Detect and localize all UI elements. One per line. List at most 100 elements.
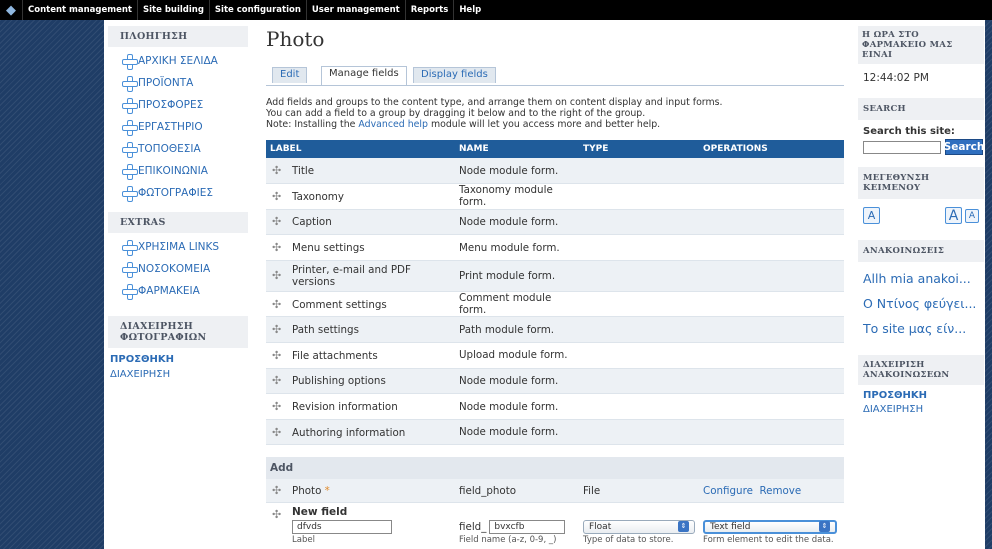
plus-icon (122, 164, 138, 180)
admin-menu-site-configuration[interactable]: Site configuration (208, 0, 306, 20)
field-name: Node module form. (455, 368, 579, 395)
add-section-heading: Add (266, 457, 844, 480)
field-label: Comment settings (292, 298, 387, 311)
help-line: Note: Installing the Advanced help modul… (266, 119, 844, 130)
nav-item-home[interactable]: ΑΡΧΙΚΗ ΣΕΛΙΔΑ (122, 50, 248, 72)
admin-menu-site-building[interactable]: Site building (137, 0, 209, 20)
column-header-label: LABEL (266, 140, 455, 158)
help-line: Add fields and groups to the content typ… (266, 97, 723, 108)
tabs: Edit Manage fields Display fields (266, 64, 844, 86)
announcements-admin-manage-link[interactable]: ΔΙΑΧΕΙΡΗΣΗ (858, 403, 984, 417)
remove-link[interactable]: Remove (759, 485, 801, 497)
drupal-logo-icon[interactable]: ◆ (0, 0, 22, 20)
nav-item-label: ΤΟΠΟΘΕΣΙΑ (138, 143, 201, 155)
configure-link[interactable]: Configure (703, 485, 753, 497)
page-title: Photo (266, 27, 325, 51)
announcement-link[interactable]: Ο Ντίνος φεύγει... (858, 291, 984, 316)
new-field-name-input[interactable]: bvxcfb (489, 519, 566, 534)
extras-item-pharmacies[interactable]: ΦΑΡΜΑΚΕΙΑ (122, 280, 248, 302)
advanced-help-link[interactable]: Advanced help (358, 119, 428, 130)
field-name: Comment module form. (455, 291, 579, 318)
drag-handle-icon[interactable]: ✣ (270, 298, 292, 311)
extras-item-useful-links[interactable]: ΧΡΗΣΙΜΑ LINKS (122, 236, 248, 258)
nav-item-contact[interactable]: ΕΠΙΚΟΙΝΩΝΙΑ (122, 160, 248, 182)
plus-icon (122, 76, 138, 92)
table-row: ✣ Authoring information Node module form. (266, 419, 844, 446)
field-label: Title (292, 165, 315, 178)
announcement-link[interactable]: Allh mia anakoi... (858, 266, 984, 291)
field-name: Upload module form. (455, 342, 579, 369)
field-type-hint: Type of data to store. (583, 534, 674, 545)
drag-handle-icon[interactable]: ✣ (270, 190, 292, 203)
plus-icon (122, 142, 138, 158)
help-text-segment: Note: Installing the (266, 119, 359, 130)
field-label: Authoring information (292, 426, 406, 439)
widget-type-select[interactable]: Text field ⇕ (703, 519, 837, 534)
extras-menu: ΧΡΗΣΙΜΑ LINKS ΝΟΣΟΚΟΜΕΙΑ ΦΑΡΜΑΚΕΙΑ (108, 233, 248, 310)
drag-handle-icon[interactable]: ✣ (270, 484, 292, 497)
right-sidebar: Η ΩΡΑ ΣΤΟ ΦΑΡΜΑΚΕΙΟ ΜΑΣ ΕΙΝΑΙ 12:44:02 P… (858, 26, 984, 417)
nav-item-lab[interactable]: ΕΡΓΑΣΤΗΡΙΟ (122, 116, 248, 138)
font-size-normal-button[interactable]: A (863, 207, 880, 224)
field-label: Publishing options (292, 375, 386, 388)
nav-item-photos[interactable]: ΦΩΤΟΓΡΑΦΙΕΣ (122, 182, 248, 204)
fields-table: LABEL NAME TYPE OPERATIONS ✣ Title Node m… (266, 140, 844, 446)
tab-edit[interactable]: Edit (272, 67, 308, 83)
drag-handle-icon[interactable]: ✣ (270, 374, 292, 387)
drag-handle-icon[interactable]: ✣ (270, 323, 292, 336)
tab-manage-fields[interactable]: Manage fields (321, 66, 407, 85)
field-operations: Configure Remove (699, 479, 844, 503)
drag-handle-icon[interactable]: ✣ (270, 426, 292, 439)
field-type-select[interactable]: Float ⇕ (583, 519, 695, 534)
nav-item-location[interactable]: ΤΟΠΟΘΕΣΙΑ (122, 138, 248, 160)
drag-handle-icon[interactable]: ✣ (270, 164, 292, 177)
nav-item-offers[interactable]: ΠΡΟΣΦΟΡΕΣ (122, 94, 248, 116)
font-size-decrease-button[interactable]: A (965, 208, 979, 223)
left-decorative-bar (0, 20, 104, 549)
table-row: ✣ Title Node module form. (266, 158, 844, 185)
drag-handle-icon[interactable]: ✣ (270, 400, 292, 413)
help-line: You can add a field to a group by draggi… (266, 108, 646, 119)
field-label: Printer, e-mail and PDF versions (292, 263, 411, 288)
announcement-link[interactable]: Το site μας είν... (858, 316, 984, 341)
admin-menu-help[interactable]: Help (453, 0, 486, 20)
new-field-label-input[interactable]: dfvds (292, 519, 392, 534)
nav-item-label: ΕΡΓΑΣΤΗΡΙΟ (138, 121, 203, 133)
table-row: ✣ Caption Node module form. (266, 209, 844, 236)
drag-handle-icon[interactable]: ✣ (270, 215, 292, 228)
drag-handle-icon[interactable]: ✣ (270, 349, 292, 362)
drag-handle-icon[interactable]: ✣ (270, 269, 292, 282)
field-type-select-value: Float (589, 521, 612, 532)
photo-admin-add-link[interactable]: ΠΡΟΣΘΗΚΗ (110, 352, 248, 367)
nav-item-products[interactable]: ΠΡΟΪΟΝΤΑ (122, 72, 248, 94)
main-content: Photo Edit Manage fields Display fields … (266, 26, 844, 549)
admin-menu-user-management[interactable]: User management (305, 0, 405, 20)
search-button[interactable]: Search (944, 139, 984, 155)
tab-display-fields[interactable]: Display fields (413, 67, 496, 83)
field-name-prefix: field_ (459, 520, 487, 533)
photo-admin-manage-link[interactable]: ΔΙΑΧΕΙΡΗΣΗ (110, 367, 248, 382)
plus-icon (122, 262, 138, 278)
drag-handle-icon[interactable]: ✣ (270, 506, 292, 545)
clock-time: 12:44:02 PM (863, 72, 929, 84)
field-name: Node module form. (455, 419, 579, 446)
photo-admin-links: ΠΡΟΣΘΗΚΗ ΔΙΑΧΕΙΡΗΣΗ (108, 348, 248, 382)
field-label: Menu settings (292, 242, 365, 255)
admin-menu-content-management[interactable]: Content management (22, 0, 137, 20)
plus-icon (122, 98, 138, 114)
extras-item-hospitals[interactable]: ΝΟΣΟΚΟΜΕΙΑ (122, 258, 248, 280)
drag-handle-icon[interactable]: ✣ (270, 241, 292, 254)
search-input[interactable] (863, 140, 941, 154)
field-label: Path settings (292, 324, 359, 337)
plus-icon (122, 120, 138, 136)
field-name: Node module form. (455, 209, 579, 236)
announcements-admin-add-link[interactable]: ΠΡΟΣΘΗΚΗ (858, 389, 984, 403)
clock-block-title: Η ΩΡΑ ΣΤΟ ΦΑΡΜΑΚΕΙΟ ΜΑΣ ΕΙΝΑΙ (858, 26, 984, 64)
field-label: Caption (292, 216, 332, 229)
font-size-increase-button[interactable]: A (945, 207, 962, 224)
table-row: ✣ Revision information Node module form. (266, 393, 844, 420)
table-row: ✣ Taxonomy Taxonomy module form. (266, 183, 844, 210)
field-name: field_photo (455, 479, 579, 503)
new-field-label-hint: Label (292, 534, 315, 545)
admin-menu-reports[interactable]: Reports (404, 0, 454, 20)
